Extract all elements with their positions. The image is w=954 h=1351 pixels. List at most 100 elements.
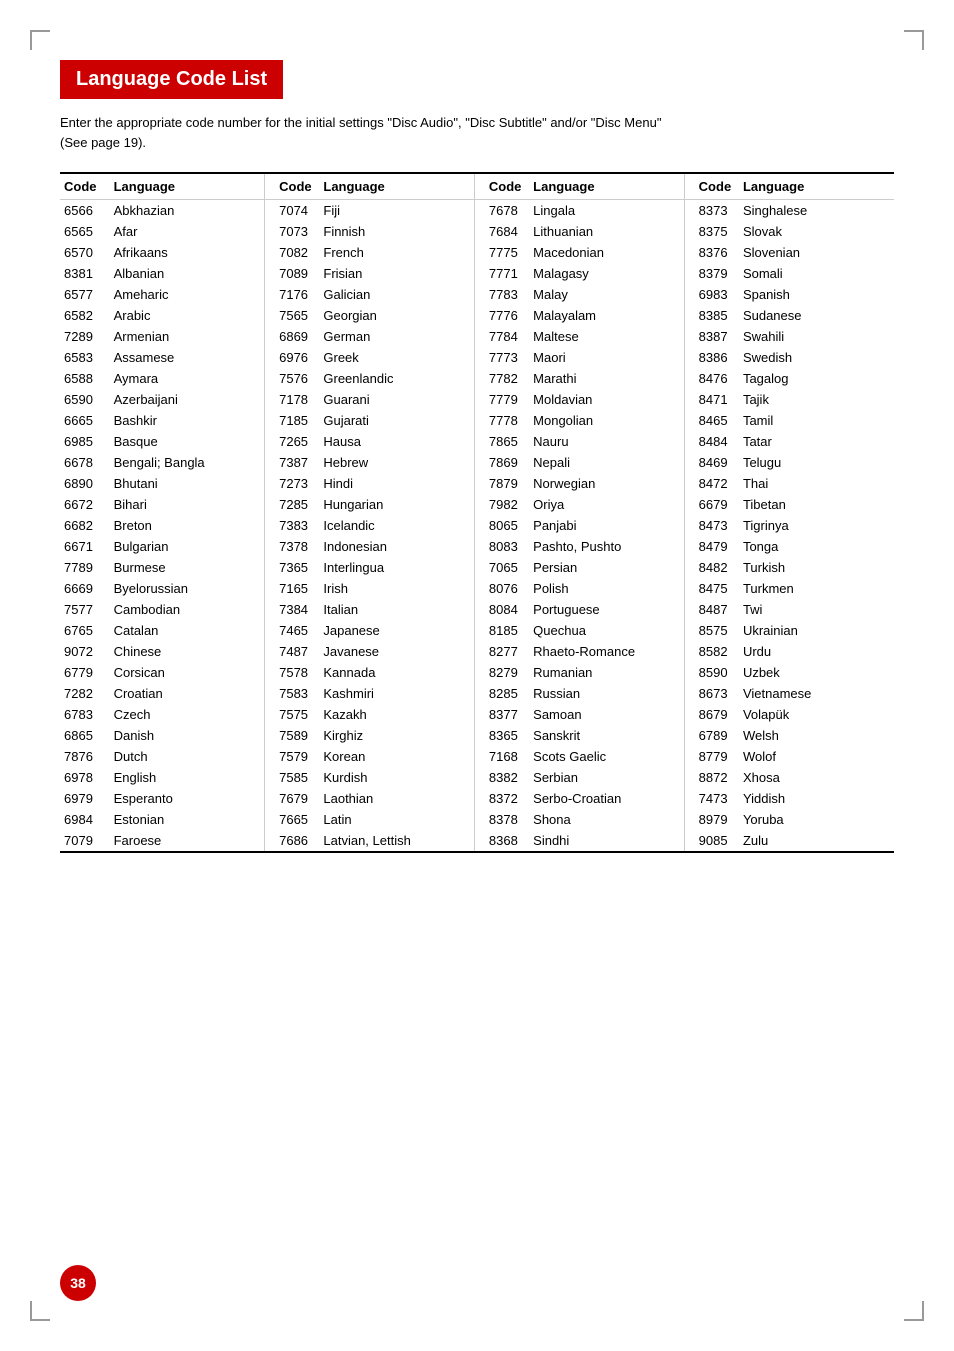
code-cell: 8475 — [684, 578, 739, 599]
lang-cell: Japanese — [319, 620, 474, 641]
lang-cell: Tigrinya — [739, 515, 894, 536]
table-row: 6566 Abkhazian 7074 Fiji 7678 Lingala 83… — [60, 200, 894, 222]
code-cell: 8465 — [684, 410, 739, 431]
lang-cell: Swahili — [739, 326, 894, 347]
code-cell: 7879 — [474, 473, 529, 494]
code-cell: 7869 — [474, 452, 529, 473]
table-row: 8381 Albanian 7089 Frisian 7771 Malagasy… — [60, 263, 894, 284]
code-cell: 8185 — [474, 620, 529, 641]
code-cell: 8476 — [684, 368, 739, 389]
table-row: 6682 Breton 7383 Icelandic 8065 Panjabi … — [60, 515, 894, 536]
code-cell: 7285 — [265, 494, 320, 515]
lang-cell: Uzbek — [739, 662, 894, 683]
code-cell: 7775 — [474, 242, 529, 263]
lang-cell: Volapük — [739, 704, 894, 725]
lang-cell: Quechua — [529, 620, 684, 641]
language-table: Code Language Code Language Code Languag… — [60, 174, 894, 851]
code-cell: 8076 — [474, 578, 529, 599]
lang-cell: Kannada — [319, 662, 474, 683]
code-cell: 8385 — [684, 305, 739, 326]
lang-cell: Bulgarian — [110, 536, 265, 557]
lang-cell: Kashmiri — [319, 683, 474, 704]
title-box: Language Code List — [60, 60, 283, 99]
code-cell: 7487 — [265, 641, 320, 662]
lang-cell: Somali — [739, 263, 894, 284]
code-cell: 6566 — [60, 200, 110, 222]
lang-cell: Panjabi — [529, 515, 684, 536]
lang-cell: Italian — [319, 599, 474, 620]
lang-cell: Catalan — [110, 620, 265, 641]
code-cell: 8285 — [474, 683, 529, 704]
code-cell: 7176 — [265, 284, 320, 305]
code-cell: 8083 — [474, 536, 529, 557]
lang-cell: Kirghiz — [319, 725, 474, 746]
page: Language Code List Enter the appropriate… — [0, 0, 954, 1351]
lang-cell: Albanian — [110, 263, 265, 284]
lang-cell: Kurdish — [319, 767, 474, 788]
code-cell: 6976 — [265, 347, 320, 368]
code-cell: 7684 — [474, 221, 529, 242]
lang-cell: Malagasy — [529, 263, 684, 284]
code-cell: 7679 — [265, 788, 320, 809]
col1-lang-header: Language — [110, 174, 265, 200]
code-cell: 7073 — [265, 221, 320, 242]
code-cell: 6779 — [60, 662, 110, 683]
code-cell: 7185 — [265, 410, 320, 431]
page-number: 38 — [60, 1265, 96, 1301]
code-cell: 6590 — [60, 389, 110, 410]
code-cell: 6765 — [60, 620, 110, 641]
lang-cell: Corsican — [110, 662, 265, 683]
lang-cell: Basque — [110, 431, 265, 452]
col3-code-header: Code — [474, 174, 529, 200]
lang-cell: Ameharic — [110, 284, 265, 305]
lang-cell: Maori — [529, 347, 684, 368]
code-cell: 8582 — [684, 641, 739, 662]
lang-cell: Swedish — [739, 347, 894, 368]
lang-cell: Lingala — [529, 200, 684, 222]
table-row: 7289 Armenian 6869 German 7784 Maltese 8… — [60, 326, 894, 347]
code-cell: 8482 — [684, 557, 739, 578]
code-cell: 8386 — [684, 347, 739, 368]
lang-cell: Hebrew — [319, 452, 474, 473]
lang-cell: Armenian — [110, 326, 265, 347]
lang-cell: Faroese — [110, 830, 265, 851]
code-cell: 8487 — [684, 599, 739, 620]
code-cell: 9085 — [684, 830, 739, 851]
table-row: 9072 Chinese 7487 Javanese 8277 Rhaeto-R… — [60, 641, 894, 662]
code-cell: 7089 — [265, 263, 320, 284]
code-cell: 8469 — [684, 452, 739, 473]
lang-cell: Tagalog — [739, 368, 894, 389]
lang-cell: Dutch — [110, 746, 265, 767]
lang-cell: Tajik — [739, 389, 894, 410]
table-row: 7079 Faroese 7686 Latvian, Lettish 8368 … — [60, 830, 894, 851]
code-cell: 7378 — [265, 536, 320, 557]
code-cell: 8382 — [474, 767, 529, 788]
table-row: 6783 Czech 7575 Kazakh 8377 Samoan 8679 … — [60, 704, 894, 725]
lang-cell: Moldavian — [529, 389, 684, 410]
code-cell: 7778 — [474, 410, 529, 431]
lang-cell: Yoruba — [739, 809, 894, 830]
code-cell: 8373 — [684, 200, 739, 222]
lang-cell: Aymara — [110, 368, 265, 389]
lang-cell: Tibetan — [739, 494, 894, 515]
lang-cell: Wolof — [739, 746, 894, 767]
lang-cell: Korean — [319, 746, 474, 767]
lang-cell: Bihari — [110, 494, 265, 515]
table-row: 6978 English 7585 Kurdish 8382 Serbian 8… — [60, 767, 894, 788]
col1-code-header: Code — [60, 174, 110, 200]
code-cell: 7082 — [265, 242, 320, 263]
table-row: 6985 Basque 7265 Hausa 7865 Nauru 8484 T… — [60, 431, 894, 452]
code-cell: 7473 — [684, 788, 739, 809]
code-cell: 8084 — [474, 599, 529, 620]
lang-cell: Tonga — [739, 536, 894, 557]
table-row: 7577 Cambodian 7384 Italian 8084 Portugu… — [60, 599, 894, 620]
lang-cell: Bengali; Bangla — [110, 452, 265, 473]
code-cell: 6984 — [60, 809, 110, 830]
lang-cell: Sanskrit — [529, 725, 684, 746]
lang-cell: Esperanto — [110, 788, 265, 809]
lang-cell: Guarani — [319, 389, 474, 410]
lang-cell: Icelandic — [319, 515, 474, 536]
table-row: 7789 Burmese 7365 Interlingua 7065 Persi… — [60, 557, 894, 578]
code-cell: 8779 — [684, 746, 739, 767]
lang-cell: Macedonian — [529, 242, 684, 263]
